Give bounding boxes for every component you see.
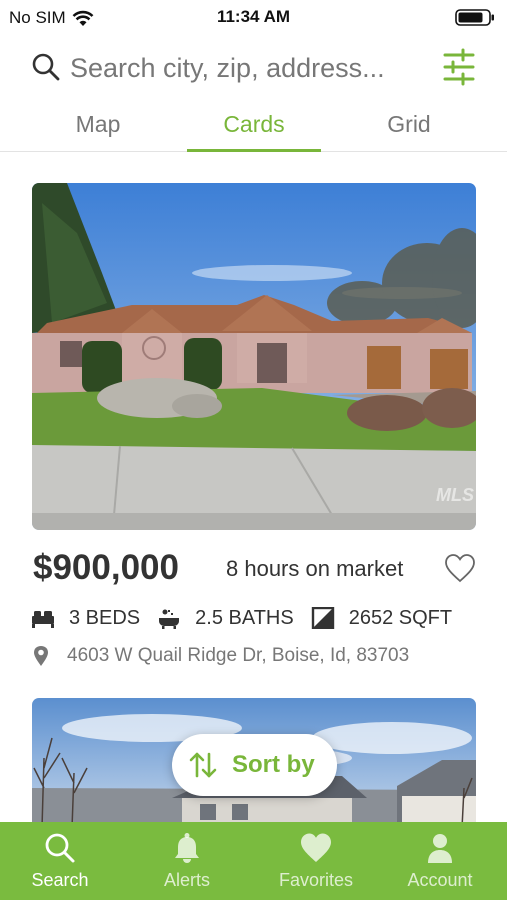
listing-photo[interactable]: MLS [32, 183, 476, 530]
favorite-heart-icon[interactable] [444, 553, 476, 583]
nav-search-label: Search [31, 870, 89, 890]
area-icon [311, 607, 334, 629]
search-input[interactable]: Search city, zip, address... [70, 53, 385, 84]
nav-alerts-label: Alerts [163, 870, 210, 890]
address-text: 4603 W Quail Ridge Dr, Boise, Id, 83703 [67, 645, 410, 666]
search-icon [45, 833, 75, 863]
nav-alerts[interactable]: Alerts [132, 822, 242, 900]
search-icon [32, 53, 60, 81]
status-bar: No SIM 11:34 AM [0, 0, 507, 34]
mls-watermark: MLS [436, 485, 474, 505]
beds-spec: 3 BEDS [31, 607, 140, 630]
baths-label: 2.5 BATHS [195, 606, 294, 629]
location-pin-icon [34, 646, 48, 666]
nav-favorites-label: Favorites [278, 870, 354, 890]
nav-favorites[interactable]: Favorites [261, 822, 371, 900]
battery-icon [455, 9, 494, 26]
sqft-spec: 2652 SQFT [311, 607, 452, 630]
filter-sliders-icon[interactable] [442, 48, 476, 86]
bathtub-icon [159, 609, 180, 629]
search-bar[interactable]: Search city, zip, address... [0, 42, 507, 94]
tab-cards[interactable]: Cards [187, 104, 321, 152]
bottom-navigation: Search Alerts Favorites Account [0, 822, 507, 900]
view-tabs: Map Cards Grid [0, 104, 507, 152]
nav-search[interactable]: Search [5, 822, 115, 900]
tab-grid[interactable]: Grid [360, 104, 458, 150]
sort-by-label: Sort by [232, 751, 315, 778]
heart-icon [301, 833, 331, 862]
sort-by-button[interactable]: Sort by [172, 734, 337, 796]
tab-map[interactable]: Map [48, 104, 148, 150]
baths-spec: 2.5 BATHS [157, 607, 294, 630]
listing-price: $900,000 [33, 548, 179, 587]
clock: 11:34 AM [216, 7, 291, 26]
sort-arrows-icon [189, 752, 217, 778]
bed-icon [32, 611, 54, 628]
person-icon [428, 834, 452, 863]
nav-account[interactable]: Account [385, 822, 495, 900]
sqft-label: 2652 SQFT [348, 606, 453, 629]
listing-address: 4603 W Quail Ridge Dr, Boise, Id, 83703 [33, 645, 409, 667]
bell-icon [175, 833, 199, 863]
beds-label: 3 BEDS [69, 606, 141, 629]
listing-specs: 3 BEDS 2.5 BATHS 2652 SQFT [31, 604, 469, 632]
time-on-market: 8 hours on market [226, 556, 404, 581]
nav-account-label: Account [407, 870, 473, 890]
